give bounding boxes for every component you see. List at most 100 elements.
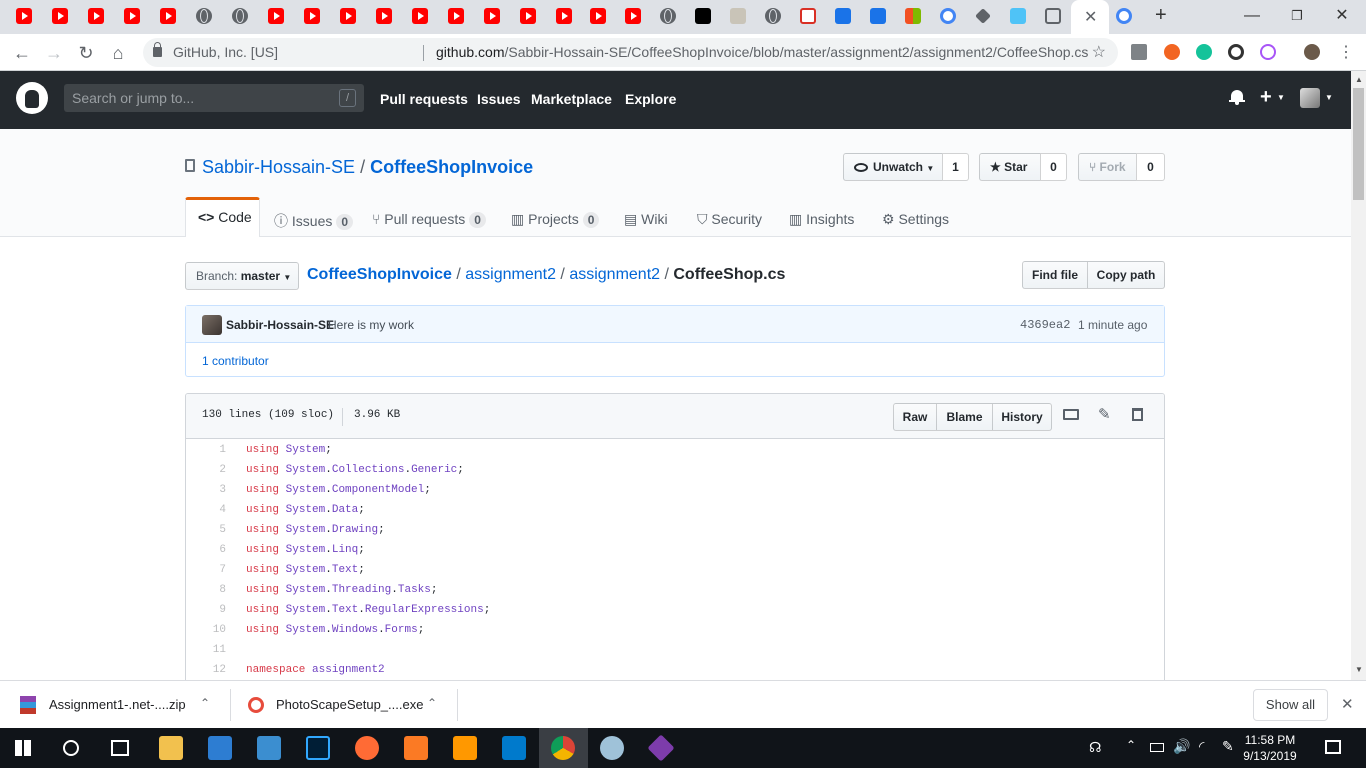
youtube-tab-icon[interactable]	[625, 8, 641, 24]
youtube-tab-icon[interactable]	[124, 8, 140, 24]
clock[interactable]: 11:58 PM 9/13/2019	[1230, 732, 1310, 764]
youtube-tab-icon[interactable]	[88, 8, 104, 24]
task-view-icon[interactable]	[111, 740, 129, 756]
github-logo-icon[interactable]	[16, 82, 48, 114]
breadcrumb-folder-link[interactable]: assignment2	[569, 266, 660, 283]
line-number[interactable]: 9	[186, 600, 226, 620]
line-number[interactable]: 11	[186, 640, 226, 660]
tab-pull-requests[interactable]: ⑂ Pull requests 0	[372, 211, 486, 228]
grammarly-icon[interactable]	[1196, 44, 1212, 60]
nav-marketplace[interactable]: Marketplace	[531, 91, 612, 107]
profile-avatar[interactable]	[1304, 44, 1320, 60]
nav-explore[interactable]: Explore	[625, 91, 676, 107]
gmail-tab-icon[interactable]	[800, 8, 816, 24]
home-icon[interactable]: ⌂	[105, 40, 131, 66]
app-icon[interactable]	[208, 736, 232, 760]
youtube-tab-icon[interactable]	[52, 8, 68, 24]
line-number[interactable]: 7	[186, 560, 226, 580]
restore-icon[interactable]: ❐	[1277, 4, 1317, 28]
taskbar-active-item[interactable]	[539, 728, 588, 768]
forward-icon[interactable]: →	[41, 40, 67, 66]
scrollbar-thumb[interactable]	[1353, 88, 1364, 200]
xampp-icon[interactable]	[404, 736, 428, 760]
youtube-tab-icon[interactable]	[448, 8, 464, 24]
extension-icon[interactable]	[1164, 44, 1180, 60]
show-all-downloads-button[interactable]: Show all	[1253, 689, 1328, 721]
chevron-up-icon[interactable]: ⌃	[427, 696, 437, 710]
line-number[interactable]: 1	[186, 440, 226, 460]
youtube-tab-icon[interactable]	[160, 8, 176, 24]
people-icon[interactable]: ☊	[1089, 739, 1101, 756]
watch-count[interactable]: 1	[942, 153, 969, 181]
line-number[interactable]: 4	[186, 500, 226, 520]
nav-issues[interactable]: Issues	[477, 91, 521, 107]
wifi-icon[interactable]: ◜	[1199, 738, 1204, 755]
minimize-icon[interactable]: —	[1232, 4, 1272, 28]
globe-tab-icon[interactable]	[196, 8, 212, 24]
youtube-tab-icon[interactable]	[484, 8, 500, 24]
repo-owner-link[interactable]: Sabbir-Hossain-SE	[202, 157, 355, 177]
contacts-tab-icon[interactable]	[870, 8, 886, 24]
app-icon[interactable]	[355, 736, 379, 760]
blame-button[interactable]: Blame	[936, 403, 993, 431]
tab-code[interactable]: <> Code	[185, 197, 260, 237]
fork-button[interactable]: ⑂ Fork	[1078, 153, 1137, 181]
extension-icon[interactable]	[1131, 44, 1147, 60]
branch-select-button[interactable]: Branch: master ▼	[185, 262, 299, 290]
microsoft-tab-icon[interactable]	[905, 8, 921, 24]
search-icon[interactable]	[63, 740, 79, 756]
youtube-tab-icon[interactable]	[268, 8, 284, 24]
chevron-up-icon[interactable]: ⌃	[200, 696, 210, 710]
site-tab-icon[interactable]	[1045, 8, 1061, 24]
globe-tab-icon[interactable]	[765, 8, 781, 24]
line-number[interactable]: 8	[186, 580, 226, 600]
back-icon[interactable]: ←	[9, 40, 35, 66]
desktop-icon[interactable]	[1063, 409, 1079, 420]
globe-tab-icon[interactable]	[232, 8, 248, 24]
youtube-tab-icon[interactable]	[304, 8, 320, 24]
find-file-button[interactable]: Find file	[1022, 261, 1088, 289]
contributors-link[interactable]: 1 contributor	[202, 354, 269, 368]
close-icon[interactable]: ✕	[1341, 695, 1354, 713]
line-number[interactable]: 6	[186, 540, 226, 560]
breadcrumb-folder-link[interactable]: assignment2	[465, 266, 556, 283]
youtube-tab-icon[interactable]	[340, 8, 356, 24]
contacts-tab-icon[interactable]	[835, 8, 851, 24]
globe-tab-icon[interactable]	[660, 8, 676, 24]
line-number[interactable]: 10	[186, 620, 226, 640]
tab-security[interactable]: ⛉ Security	[697, 211, 762, 228]
youtube-tab-icon[interactable]	[16, 8, 32, 24]
line-number[interactable]: 2	[186, 460, 226, 480]
photoshop-icon[interactable]	[306, 736, 330, 760]
tab-wiki[interactable]: ▤ Wiki	[624, 211, 668, 228]
youtube-tab-icon[interactable]	[590, 8, 606, 24]
commit-sha-link[interactable]: 4369ea2	[1020, 318, 1070, 332]
star-button[interactable]: ★ Star	[979, 153, 1041, 181]
close-window-icon[interactable]: ✕	[1322, 4, 1362, 28]
line-number[interactable]: 3	[186, 480, 226, 500]
app-icon[interactable]	[647, 734, 675, 762]
youtube-tab-icon[interactable]	[376, 8, 392, 24]
sublime-text-icon[interactable]	[453, 736, 477, 760]
avatar[interactable]	[202, 315, 222, 335]
line-number[interactable]: 12	[186, 660, 226, 680]
youtube-tab-icon[interactable]	[520, 8, 536, 24]
youtube-tab-icon[interactable]	[556, 8, 572, 24]
unwatch-button[interactable]: Unwatch ▼	[843, 153, 943, 181]
scroll-down-icon[interactable]: ▼	[1355, 665, 1363, 674]
google-tab-icon[interactable]	[940, 8, 956, 24]
medium-tab-icon[interactable]	[695, 8, 711, 24]
trash-icon[interactable]	[1132, 408, 1143, 421]
windows-start-icon[interactable]	[15, 740, 31, 756]
raw-button[interactable]: Raw	[893, 403, 937, 431]
bell-icon[interactable]	[1229, 89, 1245, 105]
volume-icon[interactable]: 🔊	[1173, 738, 1190, 755]
nav-pull-requests[interactable]: Pull requests	[380, 91, 468, 107]
tab-settings[interactable]: ⚙ Settings	[882, 211, 949, 228]
chevron-up-icon[interactable]: ⌃	[1126, 738, 1136, 752]
menu-dots-icon[interactable]: ⋮	[1338, 42, 1354, 62]
youtube-tab-icon[interactable]	[412, 8, 428, 24]
fork-count[interactable]: 0	[1136, 153, 1165, 181]
commit-author-link[interactable]: Sabbir-Hossain-SE	[226, 318, 334, 332]
extension-icon[interactable]	[1228, 44, 1244, 60]
